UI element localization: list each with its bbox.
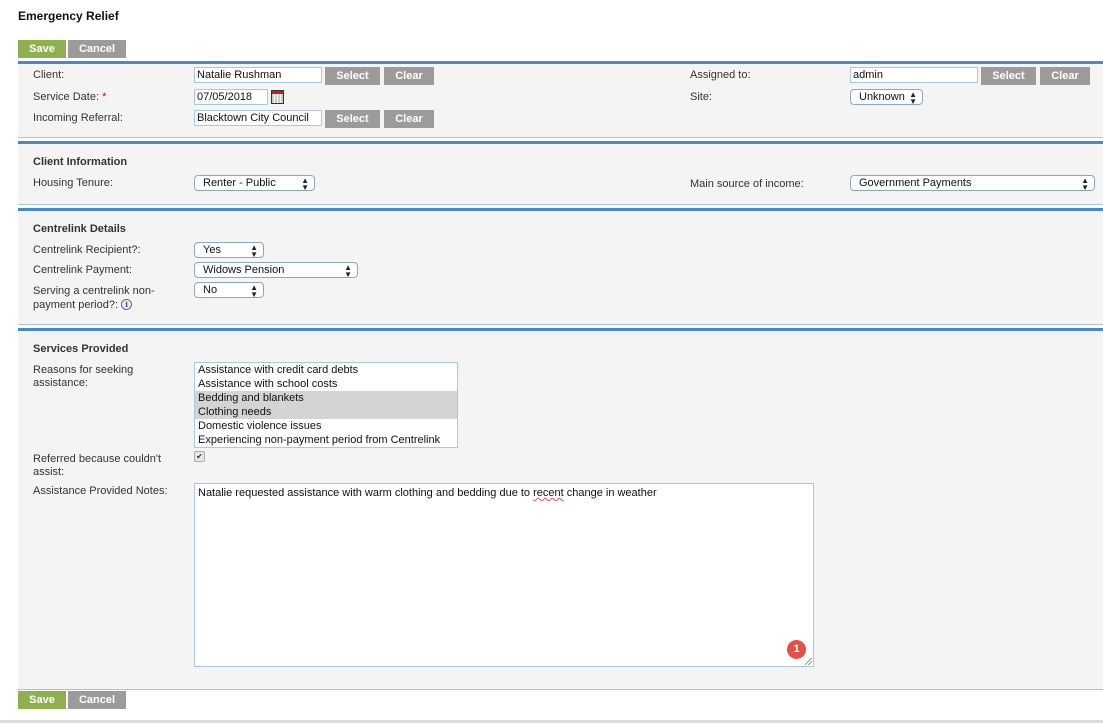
income-value: Government Payments (859, 177, 972, 189)
general-section: Client: Natalie Rushman Select Clear Ser… (18, 61, 1103, 138)
centrelink-recipient-label: Centrelink Recipient?: (33, 244, 141, 256)
site-select-value: Unknown (859, 91, 905, 103)
top-toolbar: Save Cancel (18, 40, 126, 58)
reason-option[interactable]: Domestic violence issues (195, 419, 457, 433)
cancel-button-bottom[interactable]: Cancel (68, 691, 126, 709)
income-select[interactable]: Government Payments ▲ ▼ (850, 175, 1095, 192)
reasons-listbox[interactable]: Assistance with credit card debts Assista… (194, 362, 458, 448)
reason-option[interactable]: Bedding and blankets (195, 391, 457, 405)
referred-label: Referred because couldn't assist: (33, 453, 162, 478)
emergency-relief-form: Client: Natalie Rushman Select Clear Ser… (18, 61, 1103, 690)
client-label: Client: (33, 69, 65, 81)
service-date-label: Service Date: * (33, 91, 106, 104)
service-date-label-text: Service Date: (33, 91, 100, 103)
centrelink-title: Centrelink Details (33, 223, 126, 235)
housing-tenure-value: Renter - Public (203, 177, 276, 189)
site-label: Site: (690, 91, 713, 103)
site-select[interactable]: Unknown ▲ ▼ (850, 89, 923, 106)
client-input[interactable]: Natalie Rushman (194, 67, 322, 83)
centrelink-recipient-value: Yes (203, 244, 221, 256)
assigned-select-button[interactable]: Select (981, 67, 1036, 85)
non-payment-period-label: Serving a centrelink non- payment period… (33, 285, 155, 311)
client-information-section: Client Information Housing Tenure: Rente… (18, 141, 1103, 205)
misspelled-word: recent (533, 487, 564, 499)
select-arrows-icon: ▲ ▼ (301, 176, 309, 192)
referral-clear-button[interactable]: Clear (384, 110, 434, 128)
services-provided-title: Services Provided (33, 343, 129, 355)
housing-tenure-select[interactable]: Renter - Public ▲ ▼ (194, 175, 315, 192)
info-icon[interactable]: i (121, 299, 133, 310)
select-arrows-icon: ▲ ▼ (909, 90, 917, 106)
referred-checkbox[interactable]: ✔ (194, 451, 205, 462)
assigned-to-input[interactable]: admin (850, 67, 978, 83)
non-payment-period-select[interactable]: No ▲ ▼ (194, 282, 264, 299)
reason-option[interactable]: Clothing needs (195, 405, 457, 419)
reason-option[interactable]: Assistance with school costs (195, 377, 457, 391)
client-select-button[interactable]: Select (325, 67, 380, 85)
centrelink-payment-value: Widows Pension (203, 264, 285, 276)
client-clear-button[interactable]: Clear (384, 67, 434, 85)
notes-label: Assistance Provided Notes: (33, 485, 168, 497)
reason-option[interactable]: Experiencing non-payment period from Cen… (195, 433, 457, 447)
select-arrows-icon: ▲ ▼ (250, 283, 258, 299)
centrelink-recipient-select[interactable]: Yes ▲ ▼ (194, 242, 264, 259)
reasons-label: Reasons for seeking assistance: (33, 364, 134, 389)
service-date-input[interactable]: 07/05/2018 (194, 89, 268, 105)
save-button-bottom[interactable]: Save (18, 691, 66, 709)
notification-badge[interactable]: 1 (787, 640, 806, 659)
non-payment-period-value: No (203, 284, 218, 296)
centrelink-payment-label: Centrelink Payment: (33, 264, 133, 276)
reason-option[interactable]: Assistance with credit card debts (195, 363, 457, 377)
referral-select-button[interactable]: Select (325, 110, 380, 128)
required-marker: * (102, 91, 107, 103)
select-arrows-icon: ▲ ▼ (344, 263, 352, 279)
incoming-referral-label: Incoming Referral: (33, 112, 123, 124)
incoming-referral-input[interactable]: Blacktown City Council (194, 110, 322, 126)
cancel-button[interactable]: Cancel (68, 40, 126, 58)
assigned-to-label: Assigned to: (690, 69, 751, 81)
centrelink-payment-select[interactable]: Widows Pension ▲ ▼ (194, 262, 358, 279)
page-title: Emergency Relief (18, 9, 119, 23)
assistance-notes-textarea[interactable]: Natalie requested assistance with warm c… (194, 483, 814, 667)
assigned-clear-button[interactable]: Clear (1040, 67, 1090, 85)
select-arrows-icon: ▲ ▼ (1081, 176, 1089, 192)
housing-tenure-label: Housing Tenure: (33, 177, 113, 189)
bottom-toolbar: Save Cancel (18, 691, 126, 709)
calendar-icon[interactable] (271, 90, 284, 104)
select-arrows-icon: ▲ ▼ (250, 243, 258, 259)
centrelink-section: Centrelink Details Centrelink Recipient?… (18, 208, 1103, 325)
resize-handle-icon[interactable] (805, 658, 812, 665)
services-provided-section: Services Provided Reasons for seeking as… (18, 328, 1103, 690)
client-information-title: Client Information (33, 156, 128, 168)
income-label: Main source of income: (690, 178, 804, 190)
save-button[interactable]: Save (18, 40, 66, 58)
